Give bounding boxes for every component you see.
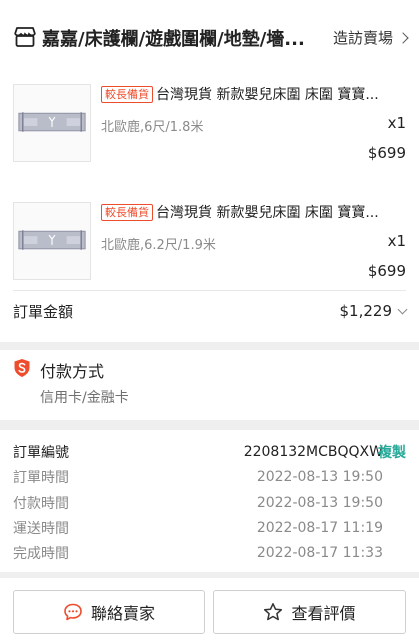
shop-header: 嘉嘉/床護欄/遊戲圍欄/地墊/墻... 造訪賣場 xyxy=(0,0,419,70)
order-number-row: 訂單編號 2208132MCBQQXW xyxy=(13,441,383,463)
payment-time-label: 付款時間 xyxy=(13,496,69,512)
item-quantity: x1 xyxy=(387,114,406,132)
completion-time-value: 2022-08-17 11:33 xyxy=(256,545,383,561)
shop-icon xyxy=(14,27,36,47)
order-time-row: 訂單時間 2022-08-13 19:50 xyxy=(13,466,383,488)
shop-name[interactable]: 嘉嘉/床護欄/遊戲圍欄/地墊/墻... xyxy=(42,25,312,51)
order-total-value: $1,229 xyxy=(339,302,408,320)
order-total-row[interactable]: 訂單金額 $1,229 xyxy=(13,291,408,331)
completion-time-label: 完成時間 xyxy=(13,546,69,562)
payment-title: 付款方式 xyxy=(40,362,105,381)
item-variant: 北歐鹿,6尺/1.8米 xyxy=(101,120,204,135)
order-time-label: 訂單時間 xyxy=(13,470,69,486)
bottom-action-bar: 聯絡賣家 查看評價 xyxy=(0,578,419,640)
chevron-down-icon[interactable] xyxy=(397,304,408,314)
item-title: 台灣現貨 新款嬰兒床圍 床圍 寶寶... xyxy=(156,205,379,221)
payment-section: 付款方式 信用卡/金融卡 xyxy=(0,350,419,420)
payment-shield-icon xyxy=(14,359,30,377)
order-number-value: 2208132MCBQQXW xyxy=(243,444,383,460)
payment-time-row: 付款時間 2022-08-13 19:50 xyxy=(13,492,383,514)
order-item[interactable]: 較長備貨 台灣現貨 新款嬰兒床圍 床圍 寶寶... 北歐鹿,6尺/1.8米 x1… xyxy=(0,78,419,188)
order-number-label: 訂單編號 xyxy=(13,445,69,461)
payment-method: 信用卡/金融卡 xyxy=(40,390,129,406)
completion-time-row: 完成時間 2022-08-17 11:33 xyxy=(13,542,383,564)
item-variant: 北歐鹿,6.2尺/1.9米 xyxy=(101,238,216,253)
contact-seller-label: 聯絡賣家 xyxy=(90,604,155,623)
contact-seller-button[interactable]: 聯絡賣家 xyxy=(13,590,205,634)
order-total-amount: $1,229 xyxy=(339,302,393,320)
product-thumbnail xyxy=(13,84,91,162)
chat-icon xyxy=(64,603,82,621)
long-stock-tag: 較長備貨 xyxy=(101,204,153,221)
view-rating-button[interactable]: 查看評價 xyxy=(213,590,406,634)
item-price: $699 xyxy=(367,144,406,162)
item-title: 台灣現貨 新款嬰兒床圍 床圍 寶寶... xyxy=(156,87,379,103)
star-icon xyxy=(264,603,283,621)
view-rating-label: 查看評價 xyxy=(291,604,356,623)
item-quantity: x1 xyxy=(387,232,406,250)
order-items: 較長備貨 台灣現貨 新款嬰兒床圍 床圍 寶寶... 北歐鹿,6尺/1.8米 x1… xyxy=(0,70,419,342)
item-price: $699 xyxy=(367,262,406,280)
order-total-label: 訂單金額 xyxy=(13,302,74,321)
order-time-value: 2022-08-13 19:50 xyxy=(256,469,383,485)
shipping-time-label: 運送時間 xyxy=(13,521,69,537)
copy-order-number-button[interactable]: 複製 xyxy=(378,442,406,462)
visit-shop-label: 造訪賣場 xyxy=(332,29,393,47)
shipping-time-value: 2022-08-17 11:19 xyxy=(256,520,383,536)
product-thumbnail xyxy=(13,202,91,280)
order-info: 訂單編號 2208132MCBQQXW 複製 訂單時間 2022-08-13 1… xyxy=(0,430,419,572)
payment-time-value: 2022-08-13 19:50 xyxy=(256,495,383,511)
shipping-time-row: 運送時間 2022-08-17 11:19 xyxy=(13,517,383,539)
long-stock-tag: 較長備貨 xyxy=(101,86,153,103)
visit-shop-link[interactable]: 造訪賣場 xyxy=(332,27,409,48)
chevron-right-icon xyxy=(397,31,409,44)
